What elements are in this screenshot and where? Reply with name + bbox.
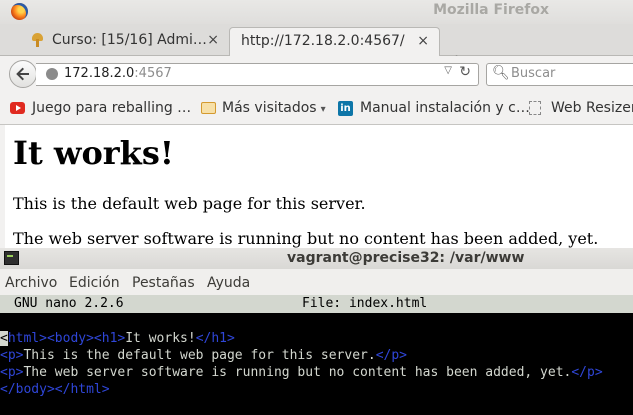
text-cursor: < — [0, 331, 8, 346]
globe-icon — [46, 68, 58, 80]
menu-archivo[interactable]: Archivo — [5, 275, 57, 291]
search-placeholder: Buscar — [511, 66, 556, 81]
page-paragraph: This is the default web page for this se… — [13, 194, 366, 213]
page-heading: It works! — [13, 134, 174, 172]
terminal-titlebar: vagrant@precise32: /var/www — [0, 248, 633, 269]
nano-status-bar: GNU nano 2.2.6 File: index.html — [0, 295, 633, 313]
page-content: It works! This is the default web page f… — [5, 125, 633, 248]
terminal-title: vagrant@precise32: /var/www — [287, 250, 525, 266]
tab-label: Curso: [15/16] Admi… — [52, 32, 207, 48]
close-icon[interactable]: × — [207, 27, 219, 53]
linkedin-icon: in — [338, 101, 353, 116]
url-text: 172.18.2.0:4567 — [64, 66, 172, 81]
search-icon: 🔍︎ — [492, 65, 510, 81]
reload-icon[interactable]: ↻ — [459, 64, 471, 80]
chevron-down-icon: ▾ — [320, 104, 326, 115]
moodle-favicon-icon — [30, 33, 44, 47]
firefox-titlebar: Mozilla Firefox — [0, 0, 633, 24]
page-icon — [529, 101, 541, 115]
menu-edicion[interactable]: Edición — [69, 275, 120, 291]
firefox-window: Mozilla Firefox Curso: [15/16] Admi… × h… — [0, 0, 633, 248]
page-paragraph: The web server software is running but n… — [13, 229, 599, 248]
tab-strip: Curso: [15/16] Admi… × http://172.18.2.0… — [0, 24, 633, 72]
tab-localhost[interactable]: http://172.18.2.0:4567/ × — [229, 27, 440, 56]
menu-ayuda[interactable]: Ayuda — [207, 275, 250, 291]
navigation-bar: 172.18.2.0:4567 ▽ ↻ 🔍︎ Buscar — [0, 56, 633, 92]
folder-icon — [201, 102, 216, 114]
firefox-logo-icon — [11, 3, 28, 20]
editor-line[interactable]: </body></html> — [0, 382, 110, 397]
url-bar[interactable]: 172.18.2.0:4567 ▽ ↻ — [36, 63, 479, 86]
editor-line[interactable]: <p>The web server software is running bu… — [0, 365, 603, 380]
terminal-menubar: Archivo Edición Pestañas Ayuda — [0, 269, 633, 295]
nano-filename: File: index.html — [302, 296, 428, 311]
terminal-window: vagrant@precise32: /var/www Archivo Edic… — [0, 248, 633, 415]
back-arrow-icon — [16, 67, 29, 81]
search-bar[interactable]: 🔍︎ Buscar — [486, 63, 633, 86]
tab-curso[interactable]: Curso: [15/16] Admi… × — [24, 27, 229, 55]
history-dropdown-icon[interactable]: ▽ — [444, 65, 452, 76]
tab-label: http://172.18.2.0:4567/ — [241, 33, 405, 49]
nano-version: GNU nano 2.2.6 — [14, 296, 124, 311]
editor-line[interactable]: <html><body><h1>It works!</h1> — [0, 331, 235, 346]
nano-editor[interactable]: GNU nano 2.2.6 File: index.html <html><b… — [0, 295, 633, 415]
window-title: Mozilla Firefox — [433, 2, 549, 18]
bookmarks-toolbar: Juego para reballing … Más visitados ▾ in… — [0, 92, 633, 125]
back-button[interactable] — [9, 60, 37, 88]
youtube-icon — [10, 102, 25, 114]
editor-line[interactable]: <p>This is the default web page for this… — [0, 348, 407, 363]
menu-pestanas[interactable]: Pestañas — [132, 275, 195, 291]
terminal-icon — [4, 251, 19, 265]
close-icon[interactable]: × — [417, 28, 429, 54]
